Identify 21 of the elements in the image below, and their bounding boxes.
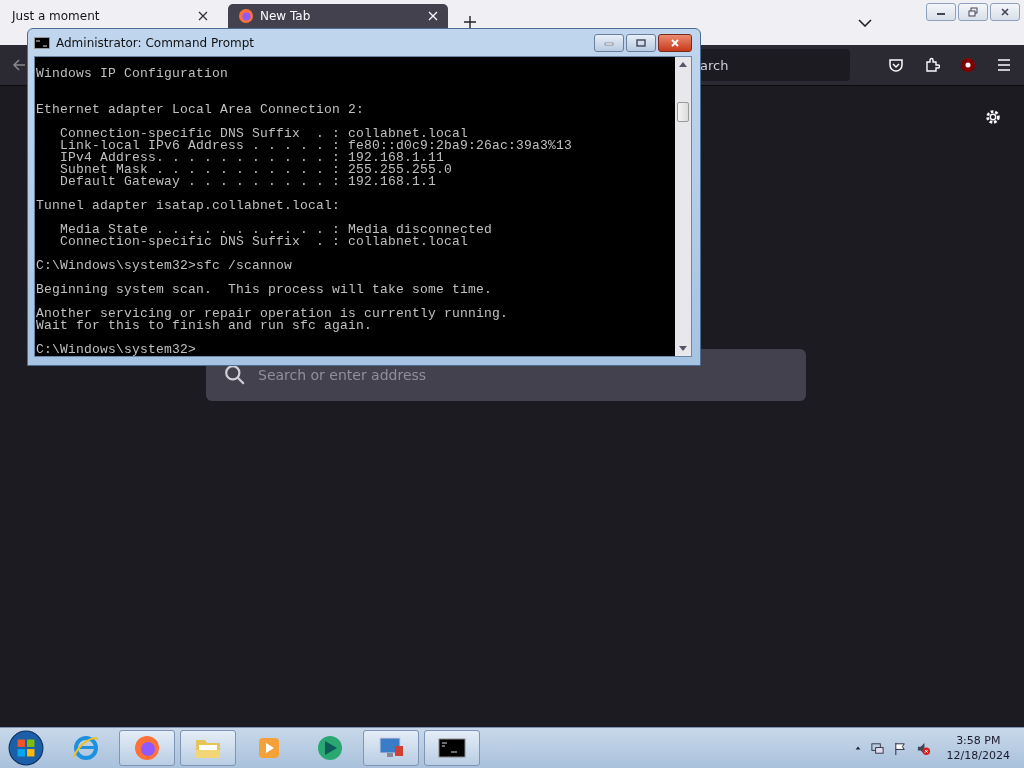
console-line: Subnet Mask . . . . . . . . . . . : 255.255.255.0 bbox=[59, 164, 454, 176]
console-line: Link-local IPv6 Address . . . . . : fe80::d0c9:2ba9:26ac:39a3%13 bbox=[59, 140, 574, 152]
console-line: Tunnel adapter isatap.collabnet.local: bbox=[36, 200, 342, 212]
console-line: Wait for this to finish and run sfc again. bbox=[36, 320, 373, 332]
console-line: Media State . . . . . . . . . . . : Media disconnected bbox=[59, 224, 494, 236]
window-title: Administrator: Command Prompt bbox=[56, 35, 254, 50]
console-line: Default Gateway . . . . . . . . . : 192.168.1.1 bbox=[59, 176, 438, 188]
address-bar[interactable]: arch bbox=[700, 49, 850, 81]
console-line: C:\Windows\system32>sfc /scannow bbox=[36, 260, 294, 272]
console-line: IPv4 Address. . . . . . . . . . . : 192.168.1.11 bbox=[59, 152, 445, 164]
clock-date: 12/18/2024 bbox=[946, 748, 1010, 763]
console-line: Windows IP Configuration bbox=[36, 68, 230, 80]
browser-tab[interactable]: Just a moment bbox=[2, 4, 218, 28]
console-line: Ethernet adapter Local Area Connection 2: bbox=[36, 104, 366, 116]
console-line: Beginning system scan. This process will take some time. bbox=[36, 284, 494, 296]
console-line: C:\Windows\system32> bbox=[36, 344, 198, 356]
console-line: Another servicing or repair operation is currently running. bbox=[36, 308, 510, 320]
browser-tab[interactable]: New Tab bbox=[228, 4, 448, 28]
console-line: Connection-specific DNS Suffix . : collabnet.local bbox=[59, 128, 469, 140]
clock-time: 3:58 PM bbox=[956, 733, 1001, 748]
console-line: Connection-specific DNS Suffix . : collabnet.local bbox=[59, 236, 470, 248]
